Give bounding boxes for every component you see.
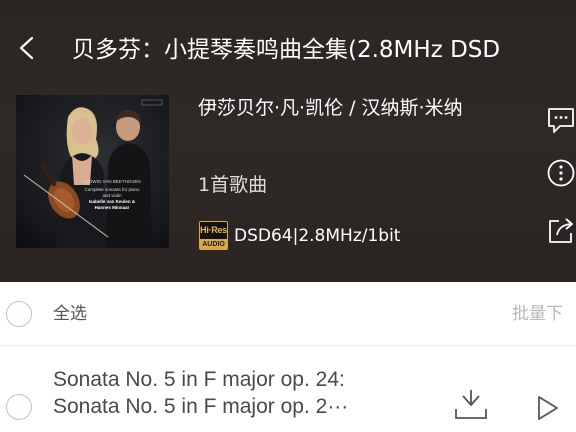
audio-format: DSD64|2.8MHz/1bit [234,226,401,246]
play-button[interactable] [534,393,562,423]
hires-badge-bottom: AUDIO [200,239,227,249]
cover-label-composer: LUDWIG VAN BEETHOVEN [83,179,141,184]
hires-audio-badge: Hi·Res AUDIO [199,221,228,250]
batch-download-button[interactable]: 批量下 [512,299,563,329]
chevron-left-icon [19,36,34,60]
hires-badge-top: Hi·Res [200,225,227,235]
song-subtitle: Sonata No. 5 in F major op. 2··· [53,395,349,418]
share-button[interactable] [545,215,576,247]
list-item[interactable]: Sonata No. 5 in F major op. 24: Sonata N… [0,346,576,432]
more-icon [547,159,575,187]
track-count: 1首歌曲 [198,174,268,196]
comment-button[interactable] [545,104,576,136]
select-all-label: 全选 [53,304,87,324]
more-button[interactable] [545,157,576,189]
song-checkbox[interactable] [6,394,32,420]
song-title: Sonata No. 5 in F major op. 24: [53,368,345,391]
cover-art [23,99,163,248]
share-icon [549,218,573,243]
album-header: 贝多芬：小提琴奏鸣曲全集(2.8MHz DSD LUDWIG VAN BEETH… [0,0,576,282]
cover-label-performers: Isabelle van Keulen & Hannes Minnaar [88,199,136,210]
download-button[interactable] [452,390,490,424]
play-icon [538,396,558,420]
download-icon [455,390,487,419]
select-all-checkbox[interactable] [6,301,32,327]
album-cover[interactable]: LUDWIG VAN BEETHOVEN Complete sonatas fo… [16,95,169,248]
select-all-row[interactable]: 全选 批量下 [0,282,576,346]
page-title: 贝多芬：小提琴奏鸣曲全集(2.8MHz DSD [72,37,501,63]
cover-label-work: Complete sonatas for piano and violin [84,187,140,198]
artist-name[interactable]: 伊莎贝尔·凡·凯伦 / 汉纳斯·米纳 [198,94,518,123]
comment-icon [548,108,574,133]
back-button[interactable] [12,28,46,68]
